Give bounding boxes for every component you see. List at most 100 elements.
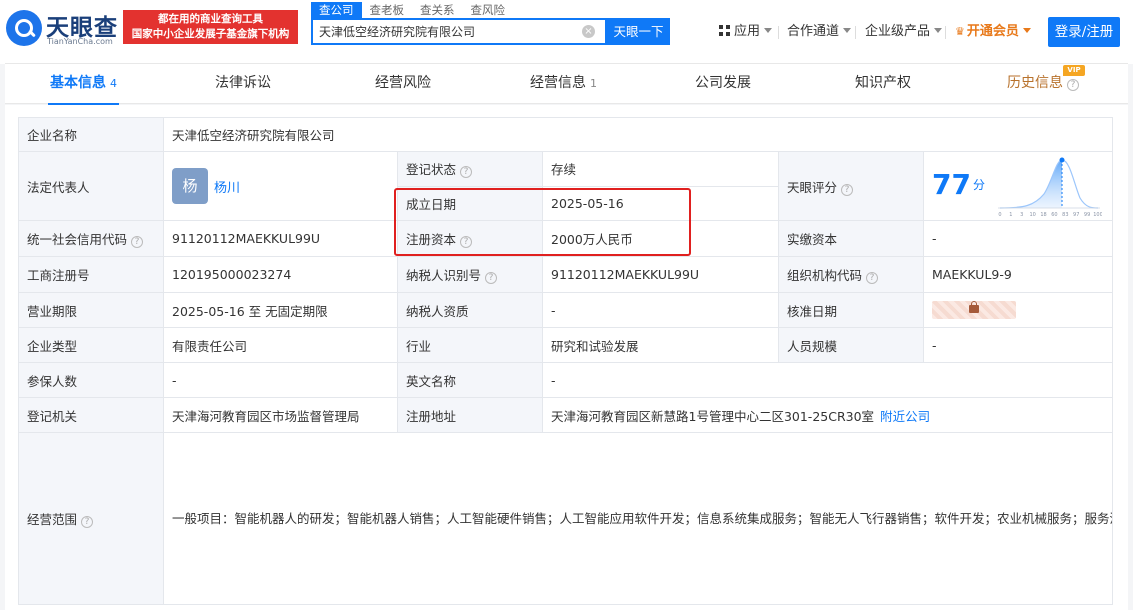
authority-value: 天津海河教育园区市场监督管理局 — [163, 397, 398, 433]
search-button[interactable]: 天眼一下 — [607, 18, 670, 45]
scope-label-text: 经营范围 — [27, 512, 78, 527]
tab-label: 经营信息 — [530, 75, 586, 91]
tab-operation[interactable]: 经营信息 1 — [530, 64, 597, 104]
crown-icon: ♛ — [955, 25, 965, 38]
founded-value: 2025-05-16 — [542, 185, 779, 221]
score-axis-tick: 0 — [998, 212, 1001, 218]
help-icon[interactable]: ? — [131, 236, 144, 248]
nav-divider — [945, 26, 946, 39]
help-icon[interactable]: ? — [460, 236, 473, 248]
vip-badge: VIP — [1063, 65, 1085, 76]
industry-value: 研究和试验发展 — [542, 327, 779, 363]
uscc-value: 91120112MAEKKUL99U — [163, 220, 398, 257]
chevron-down-icon — [843, 28, 852, 33]
search-tab-company[interactable]: 查公司 — [311, 2, 362, 18]
clear-icon[interactable]: × — [582, 25, 595, 38]
insured-value: - — [163, 362, 398, 398]
search-input[interactable] — [313, 20, 583, 43]
scope-label: 经营范围? — [18, 432, 164, 605]
nav-apps[interactable]: 应用 — [719, 22, 773, 42]
tab-label: 基本信息 — [50, 75, 106, 91]
nav-divider — [778, 26, 779, 39]
score-label-text: 天眼评分 — [787, 179, 838, 195]
slogan-line-1: 都在用的商业查询工具 — [158, 13, 263, 25]
tab-basic-info[interactable]: 基本信息 4 — [48, 64, 119, 105]
insured-label: 参保人数 — [18, 362, 164, 398]
score-axis-tick: 1 — [1009, 212, 1012, 218]
search-box: × — [311, 18, 607, 45]
table-row: 营业期限 2025-05-16 至 无固定期限 纳税人资质 - 核准日期 — [18, 292, 1114, 328]
tab-risk[interactable]: 经营风险 — [375, 64, 431, 104]
table-row: 企业类型 有限责任公司 行业 研究和试验发展 人员规模 - — [18, 327, 1114, 363]
org-code-value: MAEKKUL9-9 — [922, 256, 1114, 293]
company-name-label: 企业名称 — [18, 117, 164, 152]
reg-capital-label-text: 注册资本 — [406, 232, 457, 247]
tab-development[interactable]: 公司发展 — [695, 64, 751, 104]
taxpayer-qual-value: - — [542, 292, 779, 328]
org-code-label-text: 组织机构代码 — [787, 268, 863, 283]
legal-rep-label: 法定代表人 — [18, 151, 164, 221]
nav-channel[interactable]: 合作通道 — [787, 22, 852, 42]
score-axis-tick: 10 — [1029, 212, 1035, 218]
help-icon[interactable]: ? — [81, 516, 94, 528]
help-icon[interactable]: ? — [866, 272, 879, 284]
search-tab-boss[interactable]: 查老板 — [362, 2, 413, 18]
search-tab-relation[interactable]: 查关系 — [412, 2, 463, 18]
help-icon[interactable]: ? — [460, 166, 473, 179]
help-icon: ? — [1067, 79, 1079, 91]
lock-icon — [969, 301, 979, 313]
grid-icon — [719, 25, 730, 36]
biz-reg-no-label: 工商注册号 — [18, 256, 164, 293]
staff-size-value: - — [922, 327, 1114, 363]
chevron-down-icon — [1022, 28, 1031, 33]
logo-domain: TianYanCha.com — [47, 37, 113, 46]
tab-label: 公司发展 — [695, 75, 751, 91]
score-axis-tick: 60 — [1051, 212, 1057, 218]
scope-value: 一般项目：智能机器人的研发；智能机器人销售；人工智能硬件销售；人工智能应用软件开… — [162, 432, 1114, 605]
tab-label: 经营风险 — [375, 75, 431, 91]
login-register-button[interactable]: 登录/注册 — [1048, 17, 1120, 47]
founded-label: 成立日期 — [397, 185, 543, 221]
slogan-banner: 都在用的商业查询工具 国家中小企业发展子基金旗下机构 — [123, 10, 298, 44]
logo[interactable]: 天眼查 TianYanCha.com — [6, 8, 122, 48]
score-axis-tick: 100 — [1093, 212, 1102, 218]
help-icon[interactable]: ? — [841, 183, 854, 196]
type-value: 有限责任公司 — [163, 327, 398, 363]
search-tab-risk[interactable]: 查风险 — [463, 2, 514, 18]
tab-ip[interactable]: 知识产权 — [855, 64, 911, 104]
legal-rep-cell: 杨杨川 — [163, 151, 398, 221]
table-row: 登记机关 天津海河教育园区市场监督管理局 注册地址 天津海河教育园区新慧路1号管… — [18, 397, 1114, 433]
score-distribution-chart: 0 1 3 10 18 60 83 97 99 100 — [998, 157, 1102, 218]
type-label: 企业类型 — [18, 327, 164, 363]
staff-size-label: 人员规模 — [778, 327, 924, 363]
score-cell[interactable]: 77 分 0 1 3 10 18 60 83 97 99 100 — [922, 151, 1114, 221]
reg-capital-value: 2000万人民币 — [542, 220, 779, 257]
top-header: 天眼查 TianYanCha.com 都在用的商业查询工具 国家中小企业发展子基… — [0, 0, 1133, 64]
taxpayer-id-label-text: 纳税人识别号 — [406, 268, 482, 283]
table-row: 统一社会信用代码? 91120112MAEKKUL99U 注册资本? 2000万… — [18, 220, 1114, 257]
company-name-value: 天津低空经济研究院有限公司 — [162, 117, 1114, 152]
term-label: 营业期限 — [18, 292, 164, 328]
nearby-companies-link[interactable]: 附近公司 — [880, 409, 930, 424]
tab-label: 法律诉讼 — [215, 75, 271, 91]
avatar[interactable]: 杨 — [172, 168, 208, 204]
nav-enterprise[interactable]: 企业级产品 — [865, 22, 943, 42]
score-axis-tick: 97 — [1073, 212, 1079, 218]
paid-capital-value: - — [922, 220, 1114, 257]
biz-reg-no-value: 120195000023274 — [163, 256, 398, 293]
nav-apps-label: 应用 — [734, 24, 761, 39]
approval-date-value — [922, 292, 1114, 328]
address-cell: 天津海河教育园区新慧路1号管理中心二区301-25CR30室 附近公司 — [541, 397, 1114, 433]
legal-rep-link[interactable]: 杨川 — [214, 181, 240, 196]
authority-label: 登记机关 — [18, 397, 164, 433]
nav-divider — [855, 26, 856, 39]
locked-value[interactable] — [932, 301, 1016, 319]
tab-legal[interactable]: 法律诉讼 — [215, 64, 271, 104]
tab-count: 1 — [590, 77, 597, 90]
score-axis-tick: 83 — [1062, 212, 1068, 218]
help-icon[interactable]: ? — [485, 272, 498, 284]
nav-vip[interactable]: ♛ 开通会员 — [955, 22, 1031, 42]
term-value: 2025-05-16 至 无固定期限 — [163, 292, 398, 328]
bell-curve-fill — [1000, 160, 1062, 208]
reg-status-value: 存续 — [542, 151, 779, 187]
